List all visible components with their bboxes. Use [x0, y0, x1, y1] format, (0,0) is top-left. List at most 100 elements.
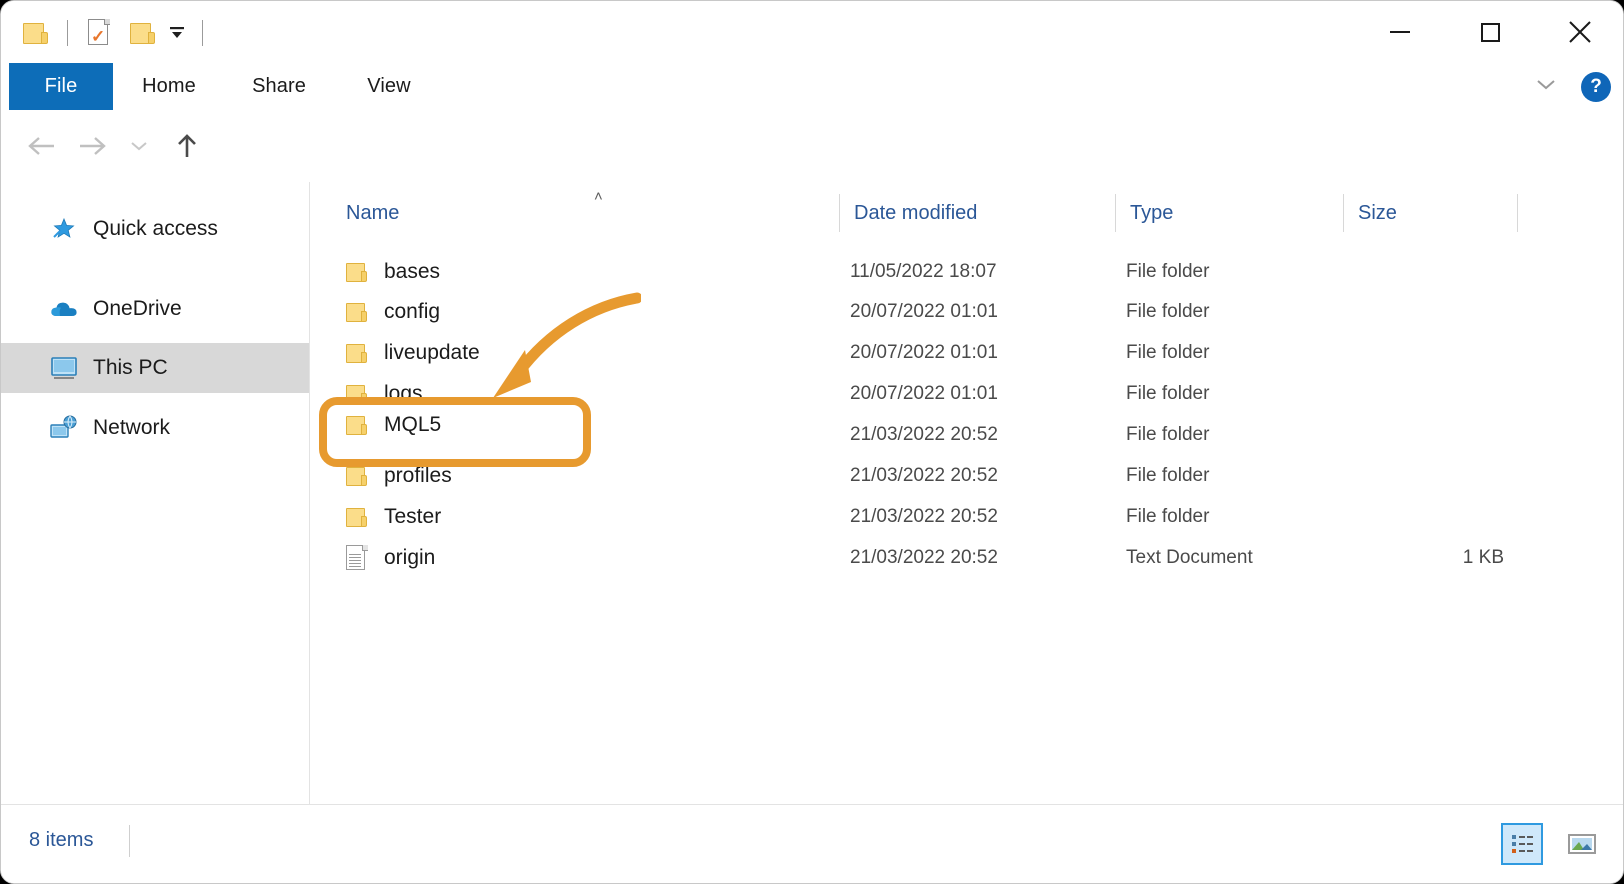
sidebar-item-network[interactable]: Network	[1, 403, 309, 453]
file-date-cell: 21/03/2022 20:52	[850, 424, 998, 446]
maximize-icon	[1481, 23, 1500, 42]
folder-icon	[23, 21, 49, 45]
file-name-label: config	[384, 300, 440, 324]
file-name-label: bases	[384, 260, 440, 284]
file-type-cell: File folder	[1126, 465, 1209, 487]
table-row[interactable]: bases 11/05/2022 18:07 File folder	[310, 252, 1624, 292]
folder-icon-button[interactable]	[19, 16, 53, 50]
document-check-button[interactable]: ✓	[82, 16, 116, 50]
folder-icon	[346, 302, 368, 323]
large-icons-view-button[interactable]	[1561, 823, 1603, 865]
document-check-icon: ✓	[87, 19, 111, 47]
file-name-cell: origin	[346, 545, 435, 571]
ribbon-right-controls: ?	[1533, 63, 1611, 110]
column-header-type[interactable]: Type	[1116, 182, 1344, 244]
table-row[interactable]: liveupdate 20/07/2022 01:01 File folder	[310, 333, 1624, 373]
file-date-cell: 20/07/2022 01:01	[850, 342, 998, 364]
file-name-label: Tester	[384, 505, 441, 529]
sidebar-item-quick-access[interactable]: Quick access	[1, 204, 309, 254]
file-name-label: origin	[384, 546, 435, 570]
status-bar: 8 items	[1, 804, 1624, 883]
close-button[interactable]	[1535, 1, 1624, 63]
forward-button[interactable]	[71, 124, 115, 168]
folder-icon	[346, 415, 368, 436]
details-view-icon	[1509, 831, 1535, 857]
file-list: bases 11/05/2022 18:07 File folder confi…	[310, 244, 1624, 807]
details-view-button[interactable]	[1501, 823, 1543, 865]
qat-divider-2	[202, 20, 203, 46]
navigation-bar: « Term... › 5B9C24F117C34D03F25B...	[1, 110, 1624, 182]
column-header-label: Date modified	[854, 202, 977, 225]
file-date-cell: 21/03/2022 20:52	[850, 506, 998, 528]
chevron-down-icon	[167, 26, 187, 40]
column-header-row: Name ˄ Date modified Type Size	[310, 182, 1624, 245]
up-button[interactable]	[165, 124, 209, 168]
chevron-down-icon	[128, 139, 150, 153]
monitor-icon	[49, 353, 79, 383]
text-document-icon	[346, 545, 368, 571]
large-icons-view-icon	[1567, 831, 1597, 857]
column-header-label: Name	[346, 202, 399, 225]
close-icon	[1567, 19, 1593, 45]
window-controls	[1355, 1, 1624, 63]
file-type-cell: File folder	[1126, 301, 1209, 323]
minimize-button[interactable]	[1355, 1, 1445, 63]
file-type-cell: File folder	[1126, 506, 1209, 528]
back-button[interactable]	[19, 124, 63, 168]
column-header-label: Size	[1358, 202, 1397, 225]
sidebar-item-this-pc[interactable]: This PC	[1, 343, 309, 393]
file-name-cell: config	[346, 300, 440, 324]
tab-share[interactable]: Share	[232, 63, 326, 110]
file-date-cell: 11/05/2022 18:07	[850, 261, 997, 283]
file-type-cell: File folder	[1126, 342, 1209, 364]
status-item-count: 8 items	[29, 829, 93, 852]
file-type-cell: File folder	[1126, 383, 1209, 405]
sidebar-item-onedrive[interactable]: OneDrive	[1, 284, 309, 334]
column-header-label: Type	[1130, 202, 1173, 225]
file-explorer-window: ✓	[0, 0, 1624, 884]
tab-file[interactable]: File	[9, 63, 113, 110]
folder-icon	[130, 21, 156, 45]
ribbon-tab-strip: File Home Share View	[1, 63, 1624, 111]
maximize-button[interactable]	[1445, 1, 1535, 63]
annotation-highlighted-row-label: MQL5	[346, 413, 441, 437]
file-name-label: profiles	[384, 464, 452, 488]
status-divider	[129, 825, 130, 857]
file-date-cell: 20/07/2022 01:01	[850, 383, 998, 405]
table-row[interactable]: config 20/07/2022 01:01 File folder	[310, 292, 1624, 332]
table-row[interactable]: Tester 21/03/2022 20:52 File folder	[310, 497, 1624, 537]
tab-home[interactable]: Home	[123, 63, 215, 110]
file-size-cell: 1 KB	[1344, 547, 1504, 569]
recent-locations-button[interactable]	[123, 124, 155, 168]
column-header-date-modified[interactable]: Date modified	[840, 182, 1116, 244]
file-type-cell: File folder	[1126, 424, 1209, 446]
navigation-pane: Quick access OneDrive This PC	[1, 182, 310, 807]
file-name-cell: profiles	[346, 464, 452, 488]
tab-view[interactable]: View	[346, 63, 432, 110]
pin-star-icon	[49, 214, 79, 244]
expand-ribbon-button[interactable]	[1533, 76, 1559, 97]
sidebar-item-label: Quick access	[93, 217, 218, 241]
qat-divider-1	[67, 20, 68, 46]
chevron-down-icon	[1533, 76, 1559, 92]
help-button[interactable]: ?	[1581, 72, 1611, 102]
table-row[interactable]: origin 21/03/2022 20:52 Text Document 1 …	[310, 538, 1624, 578]
folder-icon	[346, 343, 368, 364]
folder-icon	[346, 466, 368, 487]
arrow-right-icon	[76, 133, 110, 159]
arrow-up-icon	[172, 131, 202, 161]
column-header-size[interactable]: Size	[1344, 182, 1518, 244]
network-icon	[49, 413, 79, 443]
file-type-cell: Text Document	[1126, 547, 1253, 569]
column-header-name[interactable]: Name ˄	[332, 182, 840, 244]
new-folder-button[interactable]	[126, 16, 160, 50]
quick-access-toolbar: ✓	[19, 13, 217, 53]
folder-icon	[346, 507, 368, 528]
file-name-cell: Tester	[346, 505, 441, 529]
column-divider[interactable]	[1517, 194, 1518, 232]
file-date-cell: 21/03/2022 20:52	[850, 465, 998, 487]
file-name-label: MQL5	[384, 413, 441, 437]
arrow-left-icon	[24, 133, 58, 159]
file-date-cell: 20/07/2022 01:01	[850, 301, 998, 323]
customize-qat-button[interactable]	[166, 22, 188, 44]
